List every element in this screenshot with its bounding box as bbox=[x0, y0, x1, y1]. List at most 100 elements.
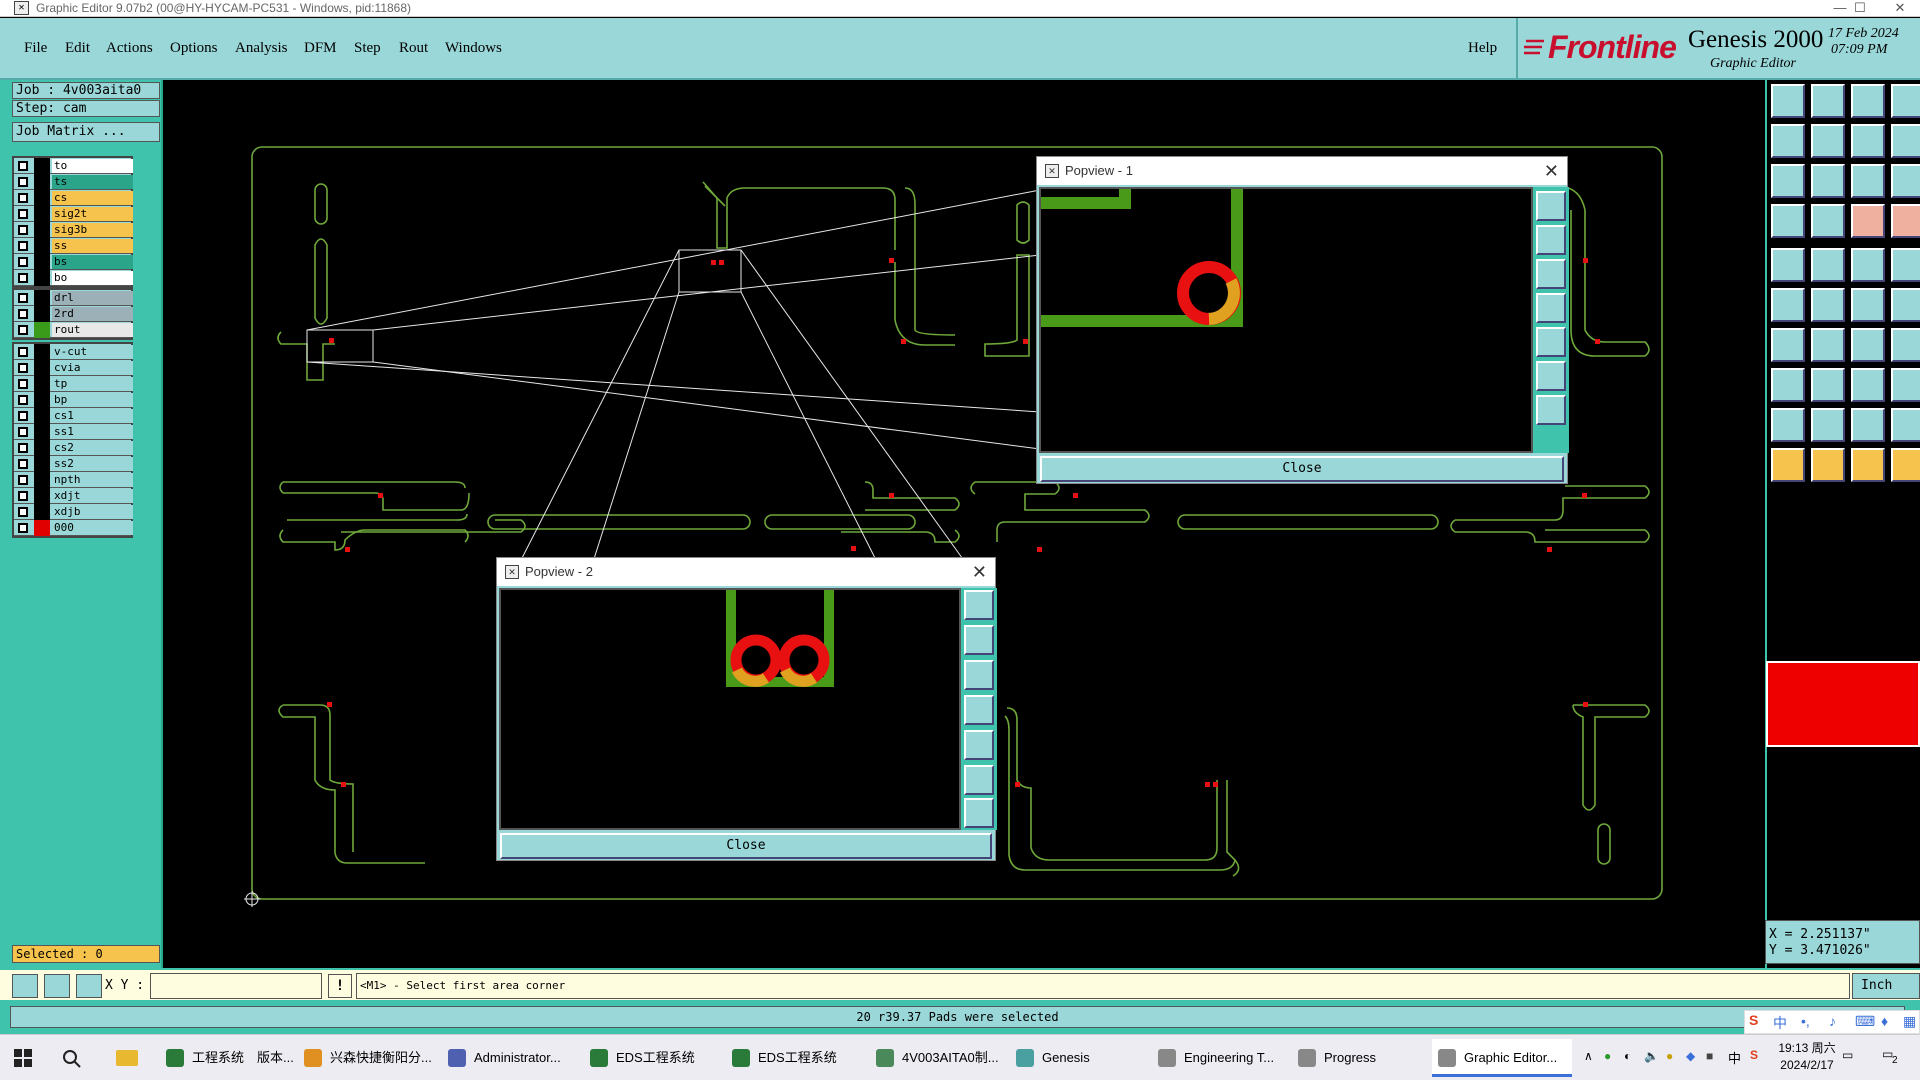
center-icon[interactable] bbox=[1811, 164, 1845, 198]
layer-status-swatch[interactable] bbox=[34, 376, 50, 392]
layer-name[interactable]: sig3b bbox=[52, 223, 133, 237]
popview-1-close-icon[interactable]: ✕ bbox=[1544, 157, 1559, 185]
pv-zoom-in-icon[interactable] bbox=[964, 625, 994, 655]
net-icon[interactable] bbox=[1891, 204, 1920, 238]
layer-status-swatch[interactable] bbox=[34, 520, 50, 536]
taskbar-item[interactable]: 工程系统 版本... bbox=[160, 1039, 296, 1077]
show-desktop-icon[interactable]: ▭ bbox=[1842, 1048, 1853, 1062]
layer-checkbox[interactable] bbox=[18, 507, 28, 517]
pv-zoom-in-icon[interactable] bbox=[1536, 225, 1566, 255]
layer-name[interactable]: bp bbox=[52, 393, 133, 407]
layer-name[interactable]: drl bbox=[52, 291, 133, 305]
microphone-icon[interactable]: ♪ bbox=[1829, 1013, 1836, 1029]
menu-actions[interactable]: Actions bbox=[106, 40, 153, 57]
grid-icon[interactable] bbox=[76, 974, 102, 998]
taskbar-item[interactable]: Genesis bbox=[1010, 1039, 1150, 1077]
window-title-bar[interactable]: ✕ Graphic Editor 9.07b2 (00@HY-HYCAM-PC5… bbox=[0, 0, 1920, 17]
layer-checkbox[interactable] bbox=[18, 293, 28, 303]
layer-name[interactable]: cvia bbox=[52, 361, 133, 375]
layer-name[interactable]: npth bbox=[52, 473, 133, 487]
layer-name[interactable]: ss bbox=[52, 239, 133, 253]
layer-name[interactable]: tp bbox=[52, 377, 133, 391]
layer-checkbox[interactable] bbox=[18, 273, 28, 283]
taskbar-item[interactable]: Administrator... bbox=[442, 1039, 582, 1077]
taskbar-item[interactable]: 4V003AITA0制... bbox=[870, 1039, 1008, 1077]
route-icon[interactable] bbox=[1811, 408, 1845, 442]
pv-zoom-out-icon[interactable] bbox=[1536, 259, 1566, 289]
measure-mode-icon[interactable] bbox=[44, 974, 70, 998]
windows-start-icon[interactable] bbox=[14, 1049, 32, 1067]
layer-checkbox[interactable] bbox=[18, 523, 28, 533]
select-move-icon[interactable] bbox=[1891, 448, 1920, 482]
layer-checkbox[interactable] bbox=[18, 475, 28, 485]
layer-row-bp[interactable]: bp bbox=[14, 392, 133, 408]
layer-checkbox[interactable] bbox=[18, 309, 28, 319]
popview-2-titlebar[interactable]: ✕ Popview - 2 ✕ bbox=[497, 558, 995, 586]
skin-icon[interactable]: ♦ bbox=[1881, 1013, 1888, 1029]
layer-checkbox[interactable] bbox=[18, 491, 28, 501]
layer-name[interactable]: bs bbox=[52, 255, 133, 269]
layer-checkbox[interactable] bbox=[18, 363, 28, 373]
select-edit-icon[interactable] bbox=[1851, 448, 1885, 482]
layer-checkbox[interactable] bbox=[18, 209, 28, 219]
grid-menu-icon[interactable]: ▦ bbox=[1903, 1013, 1916, 1030]
menu-help[interactable]: Help bbox=[1468, 40, 1497, 57]
home-icon[interactable] bbox=[1851, 84, 1885, 118]
current-layer-color-swatch[interactable] bbox=[1766, 661, 1920, 747]
layer-row-cvia[interactable]: cvia bbox=[14, 360, 133, 376]
fit-icon[interactable] bbox=[1851, 124, 1885, 158]
layer-status-swatch[interactable] bbox=[34, 254, 50, 270]
layer-checkbox[interactable] bbox=[18, 225, 28, 235]
layer-row-bo[interactable]: bo bbox=[14, 270, 133, 286]
layer-checkbox[interactable] bbox=[18, 459, 28, 469]
layer-name[interactable]: bo bbox=[52, 271, 133, 285]
menu-options[interactable]: Options bbox=[170, 40, 218, 57]
layer-status-swatch[interactable] bbox=[34, 456, 50, 472]
sogou-tray-icon[interactable]: S bbox=[1750, 1048, 1758, 1062]
layer-name[interactable]: cs2 bbox=[52, 441, 133, 455]
keyboard-icon[interactable]: ⌨ bbox=[1855, 1013, 1875, 1030]
add-surface-icon[interactable] bbox=[1891, 248, 1920, 282]
layer-status-swatch[interactable] bbox=[34, 504, 50, 520]
layer-row-bs[interactable]: bs bbox=[14, 254, 133, 270]
add-line-icon[interactable] bbox=[1811, 248, 1845, 282]
layer-row-xdjb[interactable]: xdjb bbox=[14, 504, 133, 520]
layer-row-cs[interactable]: cs bbox=[14, 190, 133, 206]
volume-icon[interactable]: 🔈 bbox=[1644, 1049, 1659, 1063]
layer-checkbox[interactable] bbox=[18, 241, 28, 251]
pv-zoom-home-icon[interactable] bbox=[1536, 191, 1566, 221]
network-icon[interactable]: ◐ bbox=[1624, 1049, 1631, 1063]
clock[interactable]: 19:13 周六 2024/2/17 bbox=[1762, 1040, 1852, 1074]
move-icon[interactable] bbox=[1851, 288, 1885, 322]
tray-app-icon[interactable]: ● bbox=[1666, 1049, 1673, 1063]
search-icon[interactable] bbox=[62, 1049, 82, 1069]
menu-step[interactable]: Step bbox=[354, 40, 381, 57]
layer-checkbox[interactable] bbox=[18, 347, 28, 357]
units-selector[interactable]: Inch bbox=[1852, 973, 1920, 999]
pv-center-icon[interactable] bbox=[964, 798, 994, 828]
tray-app-icon[interactable]: ◆ bbox=[1686, 1049, 1695, 1063]
measure-icon[interactable] bbox=[1771, 204, 1805, 238]
layer-checkbox[interactable] bbox=[18, 379, 28, 389]
layer-row-cs1[interactable]: cs1 bbox=[14, 408, 133, 424]
add-text-icon[interactable] bbox=[1851, 248, 1885, 282]
pv-pan-right-icon[interactable] bbox=[964, 730, 994, 760]
popview-2-view[interactable] bbox=[499, 588, 961, 830]
popview-1-view[interactable] bbox=[1039, 187, 1533, 453]
layer-status-swatch[interactable] bbox=[34, 174, 50, 190]
taskbar-item[interactable]: EDS工程系统 bbox=[726, 1039, 868, 1077]
pan-right-icon[interactable] bbox=[1811, 124, 1845, 158]
layer-checkbox[interactable] bbox=[18, 427, 28, 437]
copy-icon[interactable] bbox=[1891, 288, 1920, 322]
cross-icon[interactable] bbox=[1811, 288, 1845, 322]
zoom-in-icon[interactable] bbox=[1771, 84, 1805, 118]
taskbar-item[interactable]: Engineering T... bbox=[1152, 1039, 1290, 1077]
popview-1-window[interactable]: ✕ Popview - 1 ✕ Close bbox=[1036, 156, 1569, 484]
layer-status-swatch[interactable] bbox=[34, 206, 50, 222]
resize-icon[interactable] bbox=[1851, 368, 1885, 402]
ime-tray-indicator[interactable]: 中 bbox=[1728, 1048, 1741, 1067]
layer-row-xdjt[interactable]: xdjt bbox=[14, 488, 133, 504]
taskbar-item[interactable]: 兴森快捷衡阳分... bbox=[298, 1039, 440, 1077]
taskbar-item[interactable]: Progress bbox=[1292, 1039, 1430, 1077]
scale-1-2-icon[interactable] bbox=[1851, 164, 1885, 198]
